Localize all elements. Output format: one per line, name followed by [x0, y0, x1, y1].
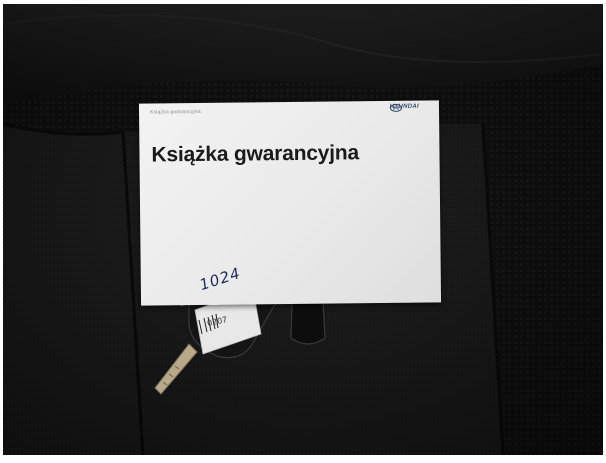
- warranty-booklet: Książka gwarancyjna HYUNDAI Książka gwar…: [138, 100, 442, 306]
- brand-mark: HYUNDAI: [389, 103, 419, 112]
- booklet-title: Książka gwarancyjna: [151, 141, 360, 167]
- photo: Książka gwarancyjna HYUNDAI Książka gwar…: [3, 4, 603, 455]
- hyundai-logo-icon: [389, 103, 402, 112]
- booklet-small-text: Książka gwarancyjna: [150, 108, 201, 116]
